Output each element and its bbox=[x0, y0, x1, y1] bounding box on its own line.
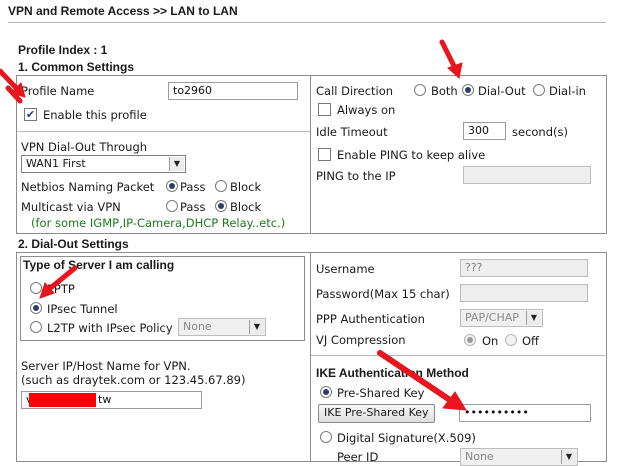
annotation-arrows bbox=[0, 39, 467, 411]
arrow-icon bbox=[447, 62, 463, 79]
arrow-icon bbox=[377, 350, 453, 403]
arrow-icon bbox=[45, 265, 78, 293]
arrow-icon bbox=[439, 39, 458, 71]
